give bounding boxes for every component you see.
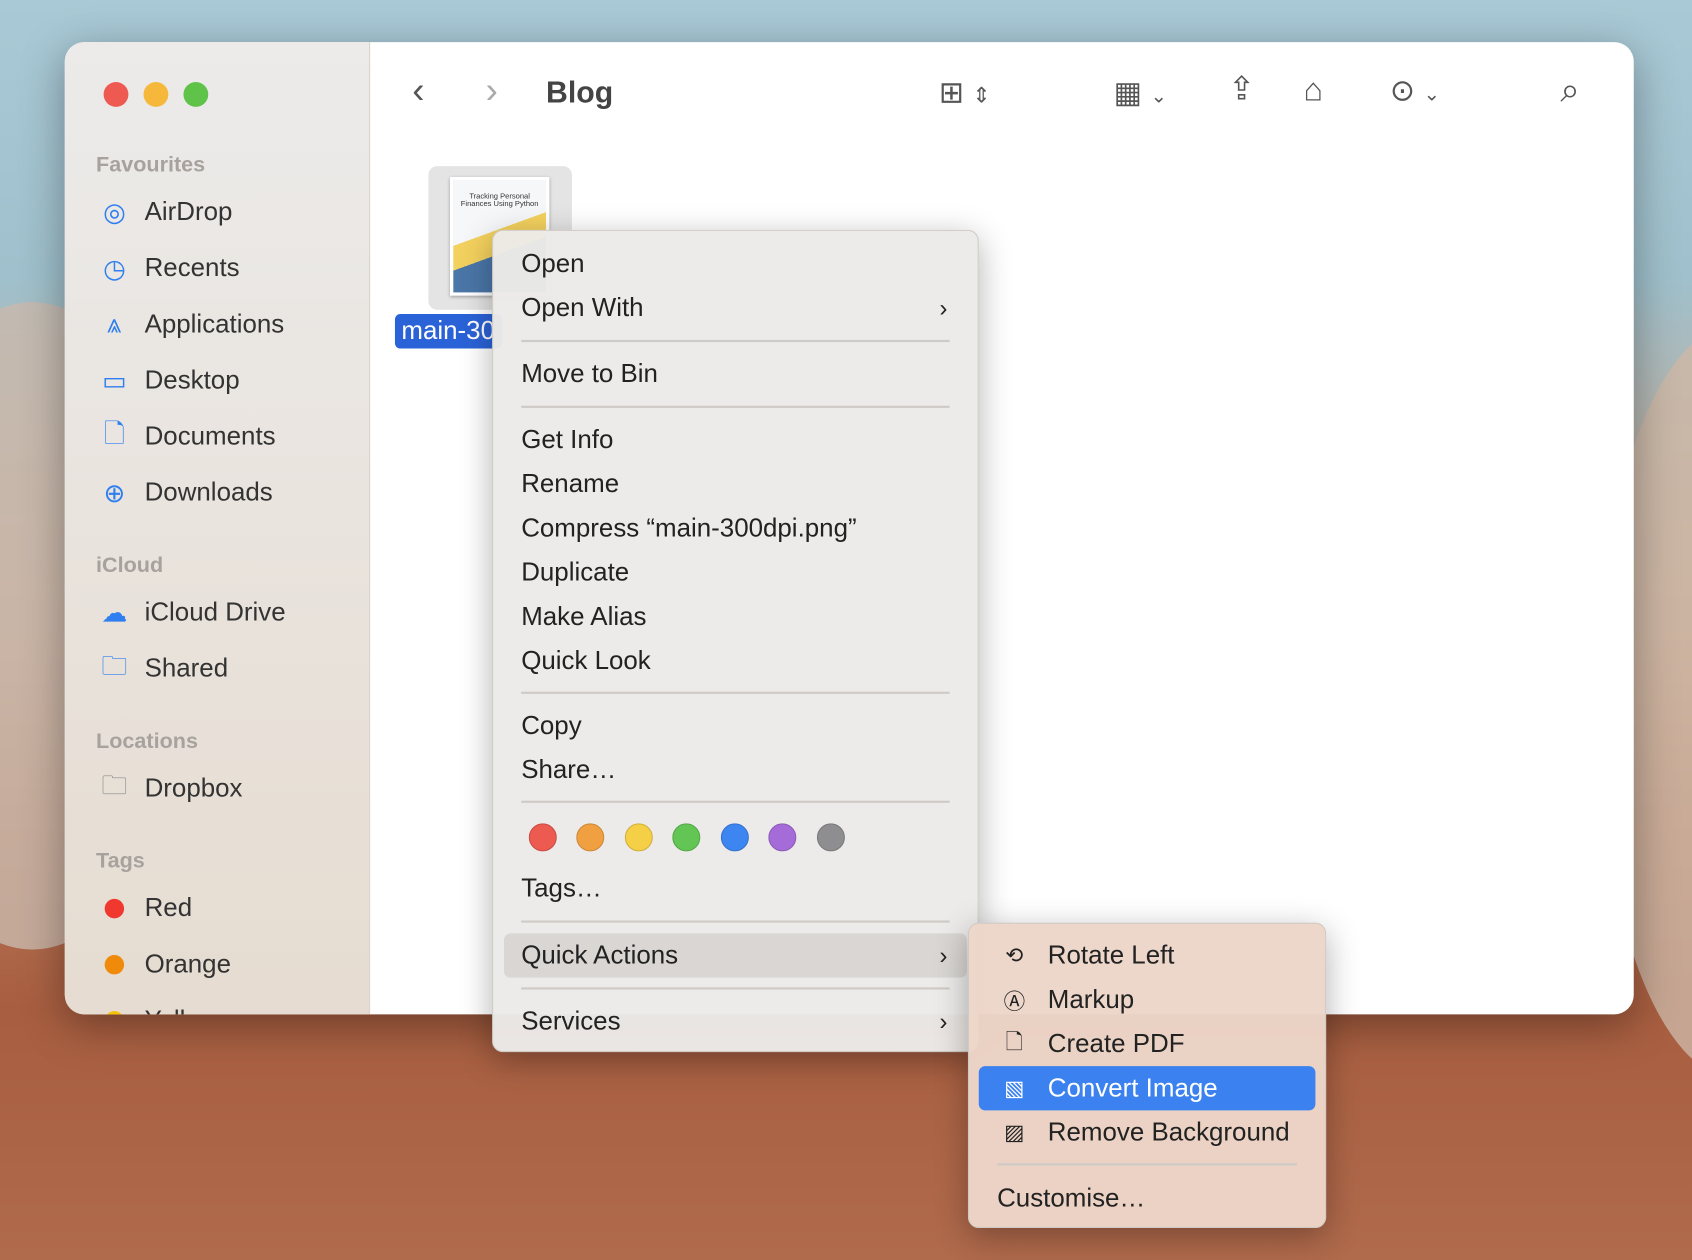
menu-item-get-info[interactable]: Get Info [504,418,967,462]
menu-item-move-to-bin[interactable]: Move to Bin [504,352,967,396]
separator [521,691,950,694]
tag-color-green[interactable] [672,823,701,852]
menu-item-duplicate[interactable]: Duplicate [504,550,967,594]
sidebar-item-desktop[interactable]: ▭ Desktop [99,363,239,400]
context-menu: Open Open With › Move to Bin Get Info Ren… [492,229,979,1053]
chevron-updown-icon: ⇕ [972,84,991,108]
tag-icon: ⌂ [1303,72,1324,108]
separator [521,339,950,343]
menu-item-services[interactable]: Services › [504,999,967,1043]
group-grid-icon: ▦ [1113,75,1143,109]
menu-item-convert-image[interactable]: ▧ Convert Image [978,1066,1316,1111]
file-name-label: main-30 [394,314,502,349]
chevron-right-icon: › [939,294,948,322]
chevron-right-icon: › [939,941,948,969]
menu-item-copy[interactable]: Copy [504,704,967,748]
menu-item-remove-background[interactable]: ▨ Remove Background [979,1110,1316,1154]
ellipsis-circle-icon: ⊙ [1389,73,1416,107]
group-button[interactable]: ▦ ⌄ [1114,74,1167,110]
menu-item-markup[interactable]: Ⓐ Markup [979,978,1316,1022]
more-button[interactable]: ⊙ ⌄ [1390,72,1440,108]
markup-icon: Ⓐ [1003,990,1026,1015]
tag-dot-orange [104,955,125,975]
icon-view-button[interactable]: ⊞ ⇕ [939,74,991,110]
section-favourites: Favourites [96,153,206,177]
sidebar-item-downloads[interactable]: ⊕ Downloads [99,475,273,512]
sidebar-tag-yellow[interactable]: Yellow [99,1002,219,1015]
chevron-down-icon: ⌄ [1150,85,1167,107]
section-tags: Tags [96,849,145,873]
menu-item-customise[interactable]: Customise… [979,1176,1316,1220]
share-icon: ⇪ [1228,71,1256,107]
menu-item-open-with[interactable]: Open With › [504,286,967,330]
grid-icon: ⊞ [938,75,965,109]
tag-color-blue[interactable] [720,823,749,852]
applications-icon: ⩓ [107,309,122,339]
close-button[interactable] [103,82,129,107]
tag-color-purple[interactable] [768,823,797,852]
shared-folder-icon: 🗀 [101,651,128,681]
folder-icon: 🗀 [101,771,128,801]
minimize-button[interactable] [143,82,169,107]
desktop: Favourites ◎ AirDrop ◷ Recents ⩓ Applicatio… [0,0,1692,1260]
menu-item-tags[interactable]: Tags… [504,867,967,911]
clock-icon: ◷ [103,254,126,284]
section-locations: Locations [96,729,198,754]
sidebar-item-shared[interactable]: 🗀 Shared [99,651,228,688]
menu-item-quick-actions[interactable]: Quick Actions › [503,933,967,978]
window-title: Blog [546,75,614,109]
separator [521,920,950,923]
tag-color-gray[interactable] [816,823,845,852]
sidebar-tag-red[interactable]: Red [99,890,192,927]
menu-item-create-pdf[interactable]: 🗋 Create PDF [979,1022,1316,1066]
sidebar-item-icloud-drive[interactable]: ☁ iCloud Drive [99,595,285,632]
tag-dot-yellow [104,1011,125,1015]
menu-item-open[interactable]: Open [504,242,967,286]
chevron-right-icon: › [939,1007,948,1035]
airdrop-icon: ◎ [103,198,126,228]
remove-background-icon: ▨ [1004,1121,1025,1145]
menu-item-rename[interactable]: Rename [504,462,967,506]
section-icloud: iCloud [96,553,164,578]
search-button[interactable]: ⌕ [1560,70,1579,111]
sidebar-item-applications[interactable]: ⩓ Applications [99,306,284,343]
menu-item-make-alias[interactable]: Make Alias [504,595,967,639]
tag-dot-red [104,898,125,919]
sidebar-item-dropbox[interactable]: 🗀 Dropbox [99,770,242,807]
cloud-icon: ☁ [101,598,128,628]
menu-item-quick-look[interactable]: Quick Look [504,639,967,683]
download-icon: ⊕ [103,478,126,508]
sidebar-item-documents[interactable]: 🗋 Documents [99,419,276,456]
sidebar: Favourites ◎ AirDrop ◷ Recents ⩓ Applicatio… [64,42,371,1015]
tag-color-orange[interactable] [576,823,605,852]
sidebar-item-recents[interactable]: ◷ Recents [99,250,240,287]
convert-image-icon: ▧ [1004,1076,1025,1101]
menu-item-rotate-left[interactable]: ⟲ Rotate Left [979,933,1316,977]
sidebar-tag-orange[interactable]: Orange [99,946,231,983]
rotate-left-icon: ⟲ [1005,944,1024,968]
tag-button[interactable]: ⌂ [1304,72,1324,109]
separator [521,405,950,408]
search-icon: ⌕ [1560,70,1580,109]
separator [997,1163,1298,1166]
forward-button[interactable]: › [486,70,498,112]
separator [521,800,950,803]
quick-actions-submenu: ⟲ Rotate Left Ⓐ Markup 🗋 Create PDF ▧ Conver… [967,922,1327,1229]
tag-color-yellow[interactable] [624,823,653,852]
desktop-icon: ▭ [102,366,127,396]
share-button[interactable]: ⇪ [1228,70,1255,108]
zoom-button[interactable] [183,82,209,107]
back-button[interactable]: ‹ [412,70,424,112]
pdf-icon: 🗋 [1005,1030,1024,1054]
tag-color-red[interactable] [528,823,557,852]
document-icon: 🗋 [103,419,125,449]
sidebar-item-airdrop[interactable]: ◎ AirDrop [99,194,232,231]
menu-item-compress[interactable]: Compress “main-300dpi.png” [504,506,967,550]
menu-item-share[interactable]: Share… [504,748,967,792]
separator [521,987,950,990]
chevron-down-icon: ⌄ [1423,83,1440,105]
